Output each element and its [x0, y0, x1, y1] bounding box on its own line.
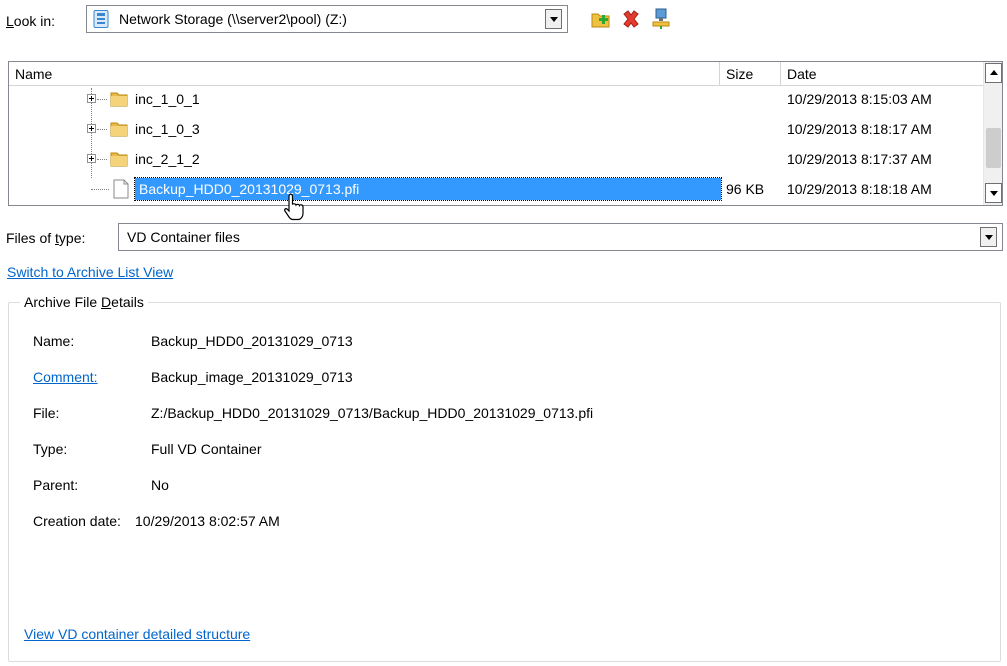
list-item-folder[interactable]: inc_1_0_1 10/29/2013 8:15:03 AM [9, 86, 979, 112]
folder-icon [110, 152, 128, 167]
delete-icon[interactable] [620, 8, 642, 30]
files-of-type-label: Files of type: [6, 230, 86, 246]
column-header-date[interactable]: Date [781, 62, 985, 86]
folder-icon [110, 122, 128, 137]
detail-label-creation-date: Creation date: [33, 513, 121, 529]
list-item-folder[interactable]: inc_2_1_2 10/29/2013 8:17:37 AM [9, 146, 979, 172]
file-name: inc_1_0_3 [135, 121, 200, 137]
hand-cursor-icon [284, 193, 304, 221]
detail-value-type: Full VD Container [151, 441, 262, 457]
scroll-thumb[interactable] [986, 128, 1001, 168]
detail-value-name: Backup_HDD0_20131029_0713 [151, 333, 353, 349]
new-folder-icon[interactable] [590, 8, 612, 30]
files-of-type-dropdown[interactable]: VD Container files [118, 223, 1003, 251]
file-list[interactable]: Name Size Date inc_1_0_1 10/29/2013 8:15… [8, 61, 1003, 206]
file-date: 10/29/2013 8:15:03 AM [787, 91, 932, 107]
files-of-type-value: VD Container files [127, 229, 240, 245]
look-in-label: Look in: [6, 13, 56, 29]
archive-file-details-legend: Archive File Details [20, 294, 148, 310]
file-date: 10/29/2013 8:17:37 AM [787, 151, 932, 167]
detail-label-file: File: [33, 405, 60, 421]
scroll-down-button[interactable] [985, 183, 1002, 203]
look-in-dropdown-button[interactable] [545, 9, 562, 29]
column-header-name[interactable]: Name [9, 62, 720, 86]
scroll-up-button[interactable] [985, 63, 1002, 83]
comment-link[interactable]: Comment: [33, 369, 98, 385]
look-in-value: Network Storage (\\server2\pool) (Z:) [119, 11, 347, 27]
expand-icon[interactable] [87, 94, 96, 103]
file-name: inc_1_0_1 [135, 91, 200, 107]
detail-label-type: Type: [33, 441, 68, 457]
archive-file-details-group: Name: Backup_HDD0_20131029_0713 Comment:… [8, 302, 1001, 662]
view-detailed-structure-link[interactable]: View VD container detailed structure [24, 626, 250, 642]
detail-value-creation-date: 10/29/2013 8:02:57 AM [135, 513, 280, 529]
file-name: Backup_HDD0_20131029_0713.pfi [134, 177, 722, 201]
file-size: 96 KB [726, 181, 765, 197]
files-of-type-dropdown-button[interactable] [980, 227, 997, 247]
file-name: inc_2_1_2 [135, 151, 200, 167]
detail-label-name: Name: [33, 333, 75, 349]
detail-value-comment: Backup_image_20131029_0713 [151, 369, 353, 385]
list-item-folder[interactable]: inc_1_0_3 10/29/2013 8:18:17 AM [9, 116, 979, 142]
look-in-dropdown[interactable]: Network Storage (\\server2\pool) (Z:) [86, 5, 568, 33]
network-storage-icon [93, 10, 109, 28]
detail-value-file: Z:/Backup_HDD0_20131029_0713/Backup_HDD0… [151, 405, 594, 421]
detail-label-parent: Parent: [33, 477, 79, 493]
folder-icon [110, 92, 128, 107]
file-icon [113, 179, 129, 199]
vertical-scrollbar[interactable] [983, 62, 1002, 205]
list-item-file-selected[interactable]: Backup_HDD0_20131029_0713.pfi 96 KB 10/2… [9, 176, 979, 202]
network-drive-icon[interactable] [650, 8, 672, 30]
expand-icon[interactable] [87, 154, 96, 163]
file-date: 10/29/2013 8:18:17 AM [787, 121, 932, 137]
expand-icon[interactable] [87, 124, 96, 133]
switch-to-archive-list-link[interactable]: Switch to Archive List View [7, 264, 173, 280]
detail-value-parent: No [151, 477, 169, 493]
file-date: 10/29/2013 8:18:18 AM [787, 181, 932, 197]
column-header-size[interactable]: Size [720, 62, 781, 86]
